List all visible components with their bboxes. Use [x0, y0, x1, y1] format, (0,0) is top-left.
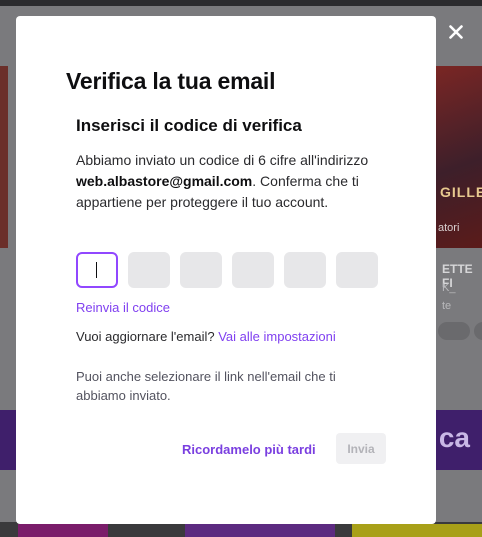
resend-code-link[interactable]: Reinvia il codice [76, 300, 170, 315]
verification-code-input [76, 252, 378, 288]
background-banner-text: ca [438, 422, 470, 453]
code-digit-2[interactable] [128, 252, 170, 288]
background-tag [438, 322, 470, 340]
background-thumb-3 [352, 524, 482, 537]
email-address: web.albastore@gmail.com [76, 173, 253, 189]
text-caret [96, 262, 97, 278]
code-digit-6[interactable] [336, 252, 378, 288]
submit-button[interactable]: Invia [336, 433, 386, 464]
update-email-prompt: Vuoi aggiornare l'email? [76, 329, 215, 344]
modal-title: Verifica la tua email [66, 68, 276, 94]
settings-link[interactable]: Vai alle impostazioni [218, 329, 336, 344]
background-bottom-strip [0, 522, 482, 537]
description: Abbiamo inviato un codice di 6 cifre all… [76, 150, 386, 213]
background-card-left [0, 66, 8, 248]
background-meta-line2: te [442, 300, 452, 312]
code-digit-5[interactable] [284, 252, 326, 288]
update-email-row: Vuoi aggiornare l'email? Vai alle impost… [76, 329, 336, 344]
code-digit-4[interactable] [232, 252, 274, 288]
background-card-sub: atori [438, 222, 460, 234]
section-title: Inserisci il codice di verifica [76, 116, 302, 135]
close-icon [449, 25, 463, 39]
remind-later-button[interactable]: Ricordamelo più tardi [176, 434, 322, 464]
background-thumb-1 [18, 524, 108, 537]
close-button[interactable] [440, 16, 472, 48]
background-tag-2 [474, 322, 482, 340]
background-thumb-2 [185, 524, 335, 537]
background-meta-line: K_ [442, 282, 456, 294]
code-digit-1[interactable] [76, 252, 118, 288]
background-card-right: GILLETT atori [436, 66, 482, 248]
code-digit-3[interactable] [180, 252, 222, 288]
verify-email-modal: Verifica la tua email Inserisci il codic… [16, 16, 436, 524]
description-text: Abbiamo inviato un codice di 6 cifre all… [76, 152, 369, 168]
alternative-note: Puoi anche selezionare il link nell'emai… [76, 369, 336, 403]
background-top-bar [0, 0, 482, 6]
background-card-word: GILLETT [440, 184, 482, 200]
